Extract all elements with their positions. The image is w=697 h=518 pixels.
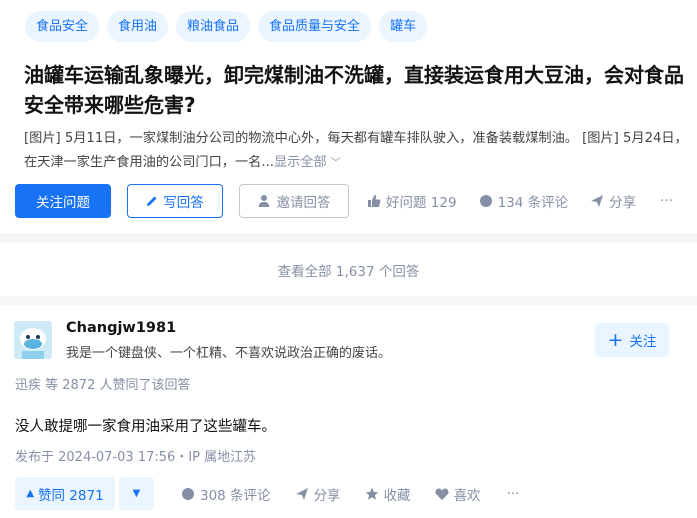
chevron-down-icon: ﹀ [330,158,341,169]
triangle-up-icon: ▲ [26,488,35,499]
follow-question-label: 关注问题 [36,195,90,211]
author-name[interactable]: Changjw1981 [66,320,176,336]
follow-question-button[interactable]: 关注问题 [15,184,111,218]
avatar[interactable] [14,321,52,359]
share-icon [295,487,308,500]
author-bio: 我是一个键盘侠、一个杠精、不喜欢说政治正确的废话。 [66,346,392,361]
follow-author-label: 关注 [629,334,657,350]
upvote-button[interactable]: ▲ 赞同 2871 [15,477,115,510]
question-title[interactable]: 油罐车运输乱象曝光，卸完煤制油不洗罐，直接装运食用大豆油，会对食品安全带来哪些危… [24,60,689,120]
like-button[interactable]: 喜欢 [435,484,481,504]
plus-icon: + [607,328,624,351]
downvote-button[interactable]: ▼ [119,477,154,510]
answer-share-label: 分享 [313,487,341,504]
question-share-label: 分享 [609,195,637,211]
heart-icon [435,488,449,500]
topic-tag[interactable]: 食用油 [107,11,169,42]
publish-time: 发布于 2024-07-03 17:56・IP 属地江苏 [15,450,257,465]
answer-comments-button[interactable]: 308 条评论 [181,484,271,504]
upvote-label: 赞同 2871 [38,487,104,504]
more-icon: ··· [660,193,673,209]
invite-user-icon [258,195,272,207]
upvoters-summary: 迅疾 等 2872 人赞同了该回答 [15,378,191,393]
topic-tag[interactable]: 罐车 [379,11,428,42]
show-all-link[interactable]: 显示全部 [274,155,327,170]
good-question-button[interactable]: 好问题 129 [367,191,457,211]
answer-share-button[interactable]: 分享 [295,484,341,504]
like-label: 喜欢 [453,487,481,504]
question-more-button[interactable]: ··· [660,193,673,209]
answer-more-button[interactable]: ··· [507,486,520,502]
question-comments-label: 134 条评论 [497,195,569,211]
question-excerpt[interactable]: [图片] 5月11日，一家煤制油分公司的物流中心外，每天都有罐车排队驶入，准备装… [24,127,692,175]
write-answer-button[interactable]: 写回答 [127,184,223,218]
question-share-button[interactable]: 分享 [590,191,636,211]
answer-content: 没人敢提哪一家食用油采用了这些罐车。 [15,419,276,435]
topic-tag[interactable]: 粮油食品 [176,11,251,42]
star-icon [365,487,378,500]
view-all-answers-link[interactable]: 查看全部 1,637 个回答 [0,243,697,296]
thumbs-up-icon [368,195,381,207]
follow-author-button[interactable]: + 关注 [595,323,669,357]
question-comments-button[interactable]: 134 条评论 [479,191,569,211]
avatar-image [14,321,52,359]
comment-icon [182,487,194,500]
question-actions: 关注问题 写回答 邀请回答 好问题 129 134 条评论 分享 ··· [15,184,673,218]
collect-button[interactable]: 收藏 [365,484,411,504]
question-card: 食品安全 食用油 粮油食品 食品质量与安全 罐车 油罐车运输乱象曝光，卸完煤制油… [0,0,697,233]
topic-tag[interactable]: 食品质量与安全 [258,11,372,42]
answer-actions: ▲ 赞同 2871 ▼ 308 条评论 分享 收藏 喜欢 ··· [15,477,519,510]
invite-answer-button[interactable]: 邀请回答 [239,184,349,218]
share-icon [591,195,604,207]
write-answer-label: 写回答 [163,195,204,211]
triangle-down-icon: ▼ [132,488,141,499]
invite-answer-label: 邀请回答 [276,195,331,211]
answer-comments-label: 308 条评论 [200,487,271,504]
collect-label: 收藏 [383,487,411,504]
topic-tags: 食品安全 食用油 粮油食品 食品质量与安全 罐车 [25,11,428,42]
view-all-answers-label: 查看全部 1,637 个回答 [277,263,420,280]
comment-icon [479,195,492,207]
pencil-icon [147,196,157,206]
more-icon: ··· [506,485,520,502]
good-question-label: 好问题 129 [386,195,457,211]
topic-tag[interactable]: 食品安全 [25,11,100,42]
excerpt-text: [图片] 5月11日，一家煤制油分公司的物流中心外，每天都有罐车排队驶入，准备装… [24,131,688,170]
